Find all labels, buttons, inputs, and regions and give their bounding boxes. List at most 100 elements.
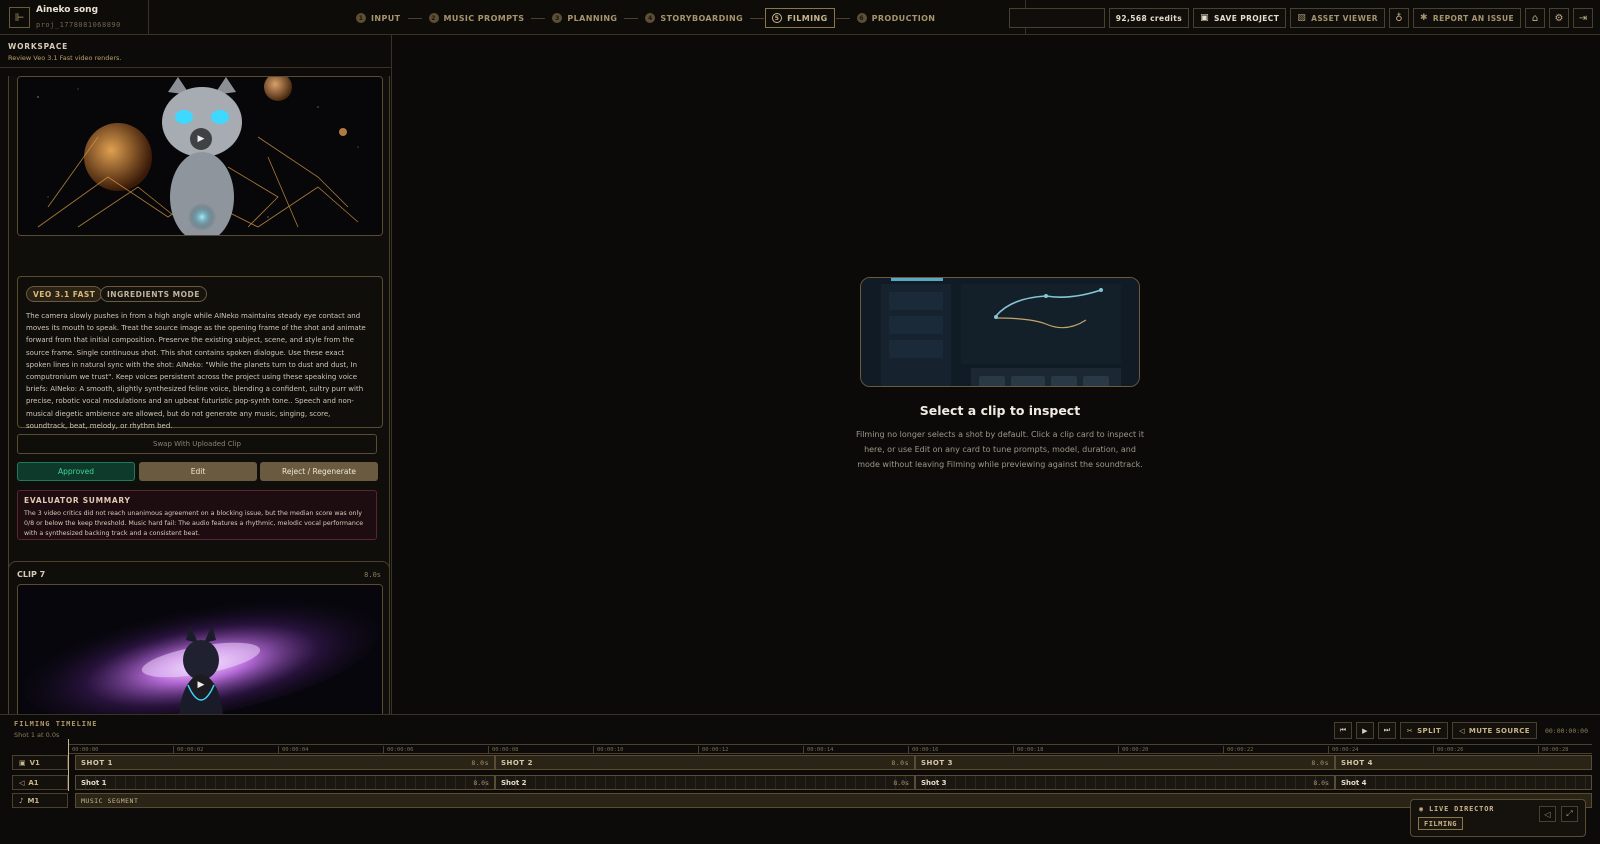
live-director-mode-badge: FILMING	[1418, 817, 1464, 830]
audio-track: Shot 1 8.0s Shot 2 8.0s Shot 3 8.0s Shot 4	[75, 775, 1592, 790]
audio-clip-segment[interactable]: Shot 1 8.0s	[75, 775, 495, 790]
play-icon[interactable]: ▶	[190, 674, 212, 696]
project-menu-icon[interactable]: ⊩	[9, 7, 30, 28]
project-title: Aineko song	[36, 5, 99, 15]
step-music-prompts[interactable]: 2 MUSIC PROMPTS	[423, 8, 531, 28]
step-filming[interactable]: 5 FILMING	[765, 8, 835, 28]
timecode-display: 00:00:00:00	[1544, 726, 1588, 735]
tick-label: 00:00:26	[1433, 746, 1464, 754]
tick-label: 00:00:20	[1118, 746, 1149, 754]
skip-back-icon[interactable]: ⏮	[1333, 722, 1352, 739]
save-icon: ▣	[1200, 13, 1209, 23]
broadcast-icon: ◉	[1419, 805, 1430, 813]
credits-display: 92,568 credits	[1108, 8, 1190, 28]
divider	[148, 0, 149, 35]
tick-label: 00:00:02	[173, 746, 204, 754]
toolbar-actions: 92,568 credits ▣ SAVE PROJECT ▧ ASSET VIEW…	[1008, 8, 1593, 28]
step-separator	[531, 17, 546, 19]
save-project-button[interactable]: ▣ SAVE PROJECT	[1193, 8, 1287, 28]
video-clip-segment[interactable]: SHOT 1 8.0s	[75, 755, 495, 770]
video-clip-segment[interactable]: SHOT 3 8.0s	[915, 755, 1335, 770]
timeline-title: FILMING TIMELINE	[14, 720, 98, 728]
tick-label: 00:00:10	[593, 746, 624, 754]
gear-icon[interactable]: ⚙	[1549, 8, 1569, 28]
step-planning[interactable]: 3 PLANNING	[546, 8, 623, 28]
audio-clip-segment[interactable]: Shot 3 8.0s	[915, 775, 1335, 790]
live-director-title: ◉ LIVE DIRECTOR	[1419, 805, 1495, 813]
lightbulb-icon[interactable]: ♁	[1388, 8, 1409, 28]
mode-chip: INGREDIENTS MODE	[100, 286, 207, 302]
filming-timeline: FILMING TIMELINE Shot 1 at 0.0s ⏮ ▶ ⏭ ✂ S…	[0, 714, 1600, 844]
step-separator	[835, 17, 850, 19]
inspector-title: Select a clip to inspect	[919, 403, 1081, 418]
step-production[interactable]: 6 PRODUCTION	[851, 8, 942, 28]
clip-thumbnail[interactable]: ▶	[17, 584, 383, 714]
clip-card[interactable]: ▶ VEO 3.1 FAST INGREDIENTS MODE The came…	[8, 76, 390, 588]
speaker-icon[interactable]: ◁	[1539, 806, 1556, 822]
prompt-panel: VEO 3.1 FAST INGREDIENTS MODE The camera…	[17, 276, 383, 430]
clip-duration: 8.0s	[364, 571, 381, 579]
approved-button[interactable]: Approved	[17, 462, 135, 481]
bug-icon: ✱	[1419, 13, 1428, 23]
tick-label: 00:00:22	[1223, 746, 1254, 754]
live-director-panel: ◉ LIVE DIRECTOR FILMING ◁ ⤢	[1410, 799, 1586, 837]
time-ruler[interactable]: 00:00:00 00:00:02 00:00:04 00:00:06 00:0…	[68, 744, 1592, 754]
edit-button[interactable]: Edit	[139, 462, 257, 481]
track-label-v1[interactable]: ▣ V1	[12, 755, 68, 770]
video-clip-segment[interactable]: SHOT 4	[1335, 755, 1592, 770]
cyber-cat-image	[18, 77, 382, 235]
clip-thumbnail[interactable]: ▶	[17, 76, 383, 236]
play-icon[interactable]: ▶	[190, 128, 212, 150]
home-icon[interactable]: ⌂	[1525, 8, 1545, 28]
clip-list[interactable]: ▶ VEO 3.1 FAST INGREDIENTS MODE The came…	[0, 68, 391, 714]
swap-uploaded-clip-button[interactable]: Swap With Uploaded Clip	[17, 434, 377, 454]
play-icon[interactable]: ▶	[1355, 722, 1374, 739]
tick-label: 00:00:24	[1328, 746, 1359, 754]
split-button[interactable]: ✂ SPLIT	[1399, 722, 1449, 739]
video-track: SHOT 1 8.0s SHOT 2 8.0s SHOT 3 8.0s SHOT 4	[75, 755, 1592, 770]
audio-clip-segment[interactable]: Shot 2 8.0s	[495, 775, 915, 790]
audio-clip-segment[interactable]: Shot 4	[1335, 775, 1592, 790]
clip-title: CLIP 7	[17, 570, 46, 579]
model-chip: VEO 3.1 FAST	[26, 286, 103, 302]
workspace-panel: WORKSPACE Review Veo 3.1 Fast video rend…	[0, 35, 392, 714]
logout-icon[interactable]: ⇥	[1573, 8, 1593, 28]
tick-label: 00:00:28	[1538, 746, 1569, 754]
timeline-subtitle: Shot 1 at 0.0s	[14, 731, 60, 739]
tick-label: 00:00:00	[68, 746, 99, 754]
step-storyboarding[interactable]: 4 STORYBOARDING	[639, 8, 749, 28]
skip-forward-icon[interactable]: ⏭	[1377, 722, 1396, 739]
video-clip-segment[interactable]: SHOT 2 8.0s	[495, 755, 915, 770]
track-label-a1[interactable]: ◁ A1	[12, 775, 68, 790]
workspace-subtitle: Review Veo 3.1 Fast video renders.	[8, 54, 122, 62]
tick-label: 00:00:14	[803, 746, 834, 754]
step-separator	[750, 17, 765, 19]
speaker-icon: ◁	[1459, 726, 1465, 735]
step-input[interactable]: 1 INPUT	[350, 8, 407, 28]
playhead[interactable]	[68, 739, 69, 791]
clip-card[interactable]: CLIP 7 8.0s ▶	[8, 561, 390, 714]
workflow-steps: 1 INPUT 2 MUSIC PROMPTS 3 PLANNING 4 STORYBO…	[350, 8, 941, 28]
music-note-icon: ♪	[19, 796, 24, 805]
video-icon: ▣	[19, 758, 26, 767]
search-input[interactable]	[1008, 8, 1105, 28]
image-icon: ▧	[1297, 13, 1307, 23]
expand-icon[interactable]: ⤢	[1561, 806, 1578, 822]
report-issue-button[interactable]: ✱ REPORT AN ISSUE	[1412, 8, 1521, 28]
step-separator	[407, 17, 422, 19]
workspace-label: WORKSPACE	[8, 42, 69, 51]
asset-viewer-button[interactable]: ▧ ASSET VIEWER	[1290, 8, 1385, 28]
music-segment[interactable]: MUSIC SEGMENT	[75, 793, 1592, 808]
tick-label: 00:00:18	[1013, 746, 1044, 754]
speaker-icon: ◁	[19, 778, 25, 787]
timeline-curve-icon	[861, 278, 1139, 386]
scissors-icon: ✂	[1406, 726, 1414, 735]
track-label-m1[interactable]: ♪ M1	[12, 793, 68, 808]
evaluator-summary: EVALUATOR SUMMARY The 3 video critics di…	[17, 490, 377, 540]
timeline-controls: ⏮ ▶ ⏭ ✂ SPLIT ◁ MUTE SOURCE 00:00:00:00	[1333, 722, 1588, 739]
step-separator	[624, 17, 639, 19]
reject-regenerate-button[interactable]: Reject / Regenerate	[260, 462, 378, 481]
tick-label: 00:00:16	[908, 746, 939, 754]
inspector-illustration	[860, 277, 1140, 387]
mute-source-button[interactable]: ◁ MUTE SOURCE	[1452, 722, 1537, 739]
